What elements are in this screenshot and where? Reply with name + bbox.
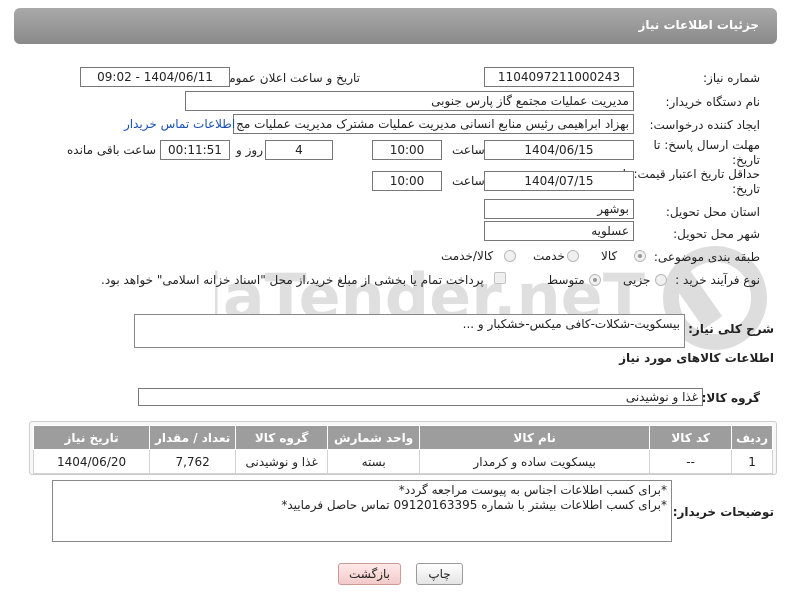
response-time-label: ساعت <box>452 143 485 157</box>
remaining-time-label: ساعت باقی مانده <box>67 143 157 157</box>
category-radio-goods-service[interactable] <box>504 250 516 262</box>
category-option-goods-service: کالا/خدمت <box>441 249 494 263</box>
response-deadline-date: 1404/06/15 <box>484 140 634 160</box>
col-row: ردیف <box>731 425 773 450</box>
need-number-field: 1104097211000243 <box>484 67 634 87</box>
goods-group-field: غذا و نوشیدنی <box>138 388 703 406</box>
cell-code: -- <box>649 449 733 474</box>
description-textarea[interactable]: بیسکویت-شکلات-کافی میکس-خشکبار و ... <box>134 314 685 348</box>
process-option-minor: جزیی <box>623 273 651 287</box>
header-panel: جزئیات اطلاعات نیاز <box>14 8 777 44</box>
process-radio-medium[interactable] <box>589 274 601 286</box>
response-deadline-time: 10:00 <box>372 140 442 160</box>
category-option-goods: کالا <box>601 249 618 263</box>
goods-section-title: اطلاعات کالاهای مورد نیاز <box>619 351 774 365</box>
page-title: جزئیات اطلاعات نیاز <box>638 18 759 32</box>
price-validity-date: 1404/07/15 <box>484 171 634 191</box>
price-validity-time-label: ساعت <box>452 174 485 188</box>
goods-table-header: ردیف کد کالا نام کالا واحد شمارش گروه کا… <box>32 425 773 450</box>
province-label: استان محل تحویل: <box>665 205 760 219</box>
cell-date: 1404/06/20 <box>32 449 151 474</box>
col-unit: واحد شمارش <box>327 425 421 450</box>
print-button[interactable]: چاپ <box>416 563 463 585</box>
need-number-label: شماره نیاز: <box>703 71 760 85</box>
treasury-checkbox[interactable] <box>494 272 506 284</box>
category-radio-service[interactable] <box>567 250 579 262</box>
category-option-service: خدمت <box>533 249 565 263</box>
requester-field: بهزاد ابراهیمی رئیس منابع انسانی مدیریت … <box>233 114 634 134</box>
price-validity-label: حداقل تاریخ اعتبار قیمت: تا تاریخ: <box>622 167 760 196</box>
days-label: روز و <box>236 143 263 157</box>
response-deadline-label: مهلت ارسال پاسخ: تا تاریخ: <box>653 138 760 167</box>
cell-group: غذا و نوشیدنی <box>235 449 329 474</box>
announce-datetime-label: تاریخ و ساعت اعلان عمومی: <box>215 71 360 85</box>
buyer-org-field: مدیریت عملیات مجتمع گاز پارس جنوبی <box>185 91 634 111</box>
cell-row: 1 <box>731 449 773 474</box>
process-option-medium: متوسط <box>547 273 585 287</box>
goods-table: ردیف کد کالا نام کالا واحد شمارش گروه کا… <box>32 425 773 474</box>
col-code: کد کالا <box>649 425 733 450</box>
buyer-contact-link[interactable]: اطلاعات تماس خریدار <box>124 117 235 131</box>
col-group: گروه کالا <box>235 425 329 450</box>
cell-name: بیسکویت ساده و کرمدار <box>419 449 651 474</box>
cell-unit: بسته <box>327 449 421 474</box>
requester-label: ایجاد کننده درخواست: <box>649 118 760 132</box>
announce-datetime-field: 1404/06/11 - 09:02 <box>80 67 230 87</box>
city-label: شهر محل تحویل: <box>673 227 760 241</box>
back-button[interactable]: بازگشت <box>338 563 401 585</box>
treasury-note: پرداخت تمام یا بخشی از مبلغ خرید،از محل … <box>101 273 484 287</box>
buyer-notes-label: توضیحات خریدار: <box>672 505 774 519</box>
remaining-days-field: 4 <box>265 140 333 160</box>
remaining-time-field: 00:11:51 <box>160 140 230 160</box>
buyer-notes-textarea[interactable]: *برای کسب اطلاعات اجناس به پیوست مراجعه … <box>52 480 672 542</box>
col-name: نام کالا <box>419 425 651 450</box>
description-label: شرح کلی نیاز: <box>688 322 774 336</box>
process-radio-minor[interactable] <box>655 274 667 286</box>
buyer-org-label: نام دستگاه خریدار: <box>665 95 761 109</box>
table-row: 1 -- بیسکویت ساده و کرمدار بسته غذا و نو… <box>32 449 773 474</box>
category-radio-goods[interactable] <box>634 250 646 262</box>
city-field: عسلویه <box>484 221 634 241</box>
category-label: طبقه بندی موضوعی: <box>653 250 760 264</box>
col-qty: تعداد / مقدار <box>149 425 237 450</box>
goods-group-label: گروه کالا: <box>701 391 760 405</box>
price-validity-time: 10:00 <box>372 171 442 191</box>
cell-qty: 7,762 <box>149 449 237 474</box>
province-field: بوشهر <box>484 199 634 219</box>
process-label: نوع فرآیند خرید : <box>675 273 760 287</box>
col-date: تاریخ نیاز <box>32 425 151 450</box>
